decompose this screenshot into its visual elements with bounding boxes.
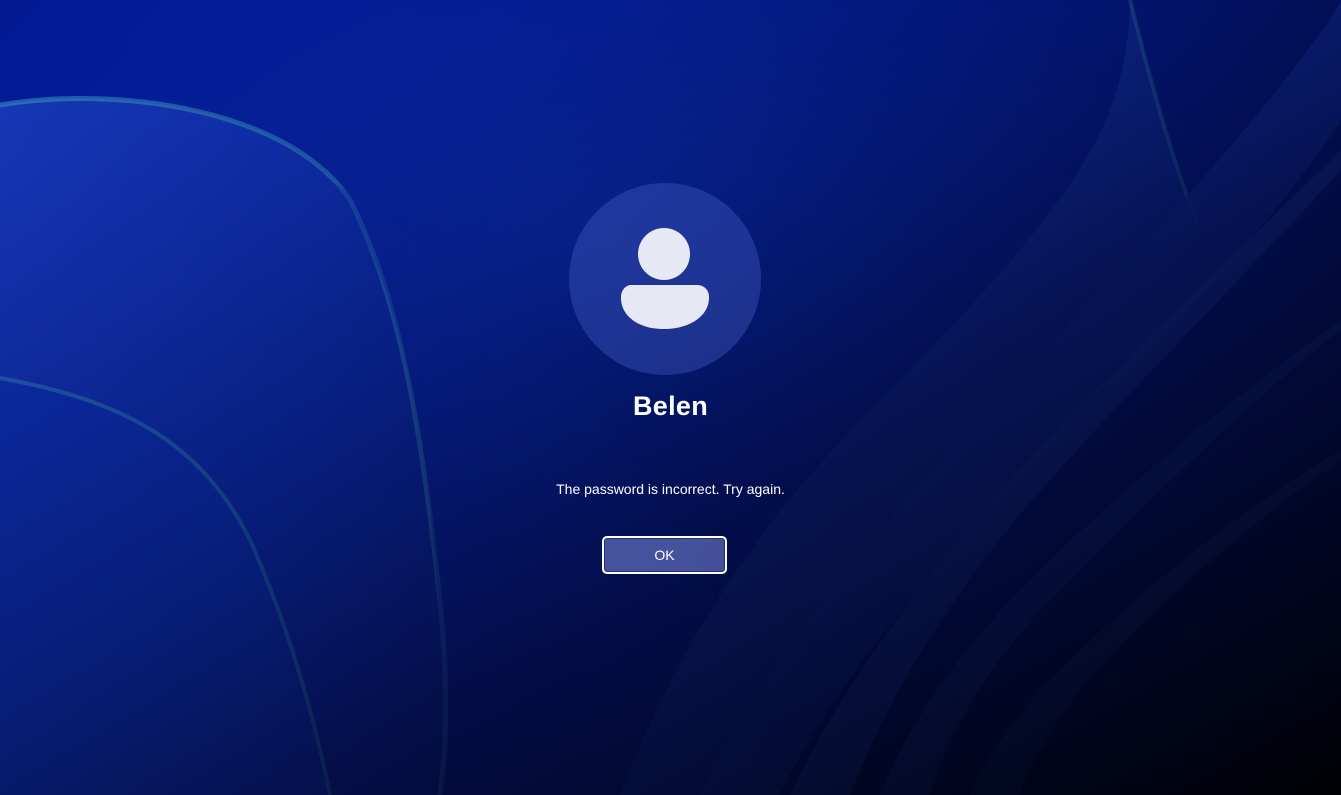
error-message: The password is incorrect. Try again.: [556, 481, 785, 497]
ok-button[interactable]: OK: [602, 536, 727, 574]
lock-screen: Belen The password is incorrect. Try aga…: [0, 0, 1341, 795]
user-avatar: [569, 183, 761, 375]
user-name: Belen: [632, 391, 709, 421]
user-silhouette-icon: [621, 228, 709, 329]
